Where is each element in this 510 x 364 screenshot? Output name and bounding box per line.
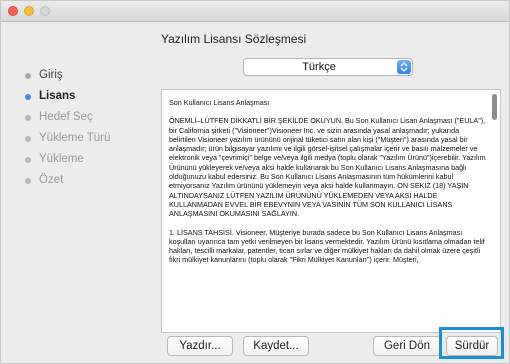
license-text: Son Kullanıcı Lisans Anlaşması ÖNEMLİ–LÜ…	[169, 98, 487, 273]
step-license: Lisans	[25, 86, 145, 107]
step-label: Yükleme Türü	[39, 132, 111, 144]
select-arrows-icon	[397, 60, 411, 74]
page-title: Yazılım Lisansı Sözleşmesi	[161, 32, 307, 46]
step-label: Giriş	[39, 69, 63, 81]
language-select-value: Türkçe	[302, 61, 336, 73]
zoom-window-button[interactable]	[40, 6, 50, 16]
step-dot-icon	[25, 73, 31, 79]
minimize-window-button[interactable]	[24, 6, 34, 16]
save-button[interactable]: Kaydet...	[243, 336, 309, 356]
close-window-button[interactable]	[8, 6, 18, 16]
step-destination: Hedef Seç	[25, 107, 145, 128]
step-label: Lisans	[39, 90, 76, 102]
step-dot-icon	[25, 94, 31, 100]
license-paragraph: ÖNEMLİ–LÜTFEN DİKKATLİ BİR ŞEKİLDE OKUYU…	[169, 116, 486, 219]
language-select[interactable]: Türkçe	[243, 58, 413, 76]
back-button[interactable]: Geri Dön	[373, 336, 441, 356]
installer-window: Yazılım Lisansı Sözleşmesi Giriş Lisans …	[0, 0, 510, 364]
continue-highlight-box	[439, 327, 504, 359]
step-label: Yükleme	[39, 153, 84, 165]
title-bar	[1, 1, 509, 22]
step-dot-icon	[25, 136, 31, 142]
step-summary: Özet	[25, 170, 145, 191]
installer-steps-sidebar: Giriş Lisans Hedef Seç Yükleme Türü Yükl…	[25, 65, 145, 191]
step-label: Hedef Seç	[39, 111, 93, 123]
print-button[interactable]: Yazdır...	[167, 336, 233, 356]
step-dot-icon	[25, 157, 31, 163]
step-introduction: Giriş	[25, 65, 145, 86]
step-installation: Yükleme	[25, 149, 145, 170]
step-installation-type: Yükleme Türü	[25, 128, 145, 149]
step-dot-icon	[25, 178, 31, 184]
license-title: Son Kullanıcı Lisans Anlaşması	[169, 98, 270, 107]
license-section-1: 1. LİSANS TAHSİSİ. Visioneer, Müşteriye …	[169, 227, 485, 265]
step-dot-icon	[25, 115, 31, 121]
step-label: Özet	[39, 174, 64, 186]
license-scrollbar-thumb[interactable]	[492, 94, 497, 120]
license-text-area[interactable]: Son Kullanıcı Lisans Anlaşması ÖNEMLİ–LÜ…	[161, 89, 501, 333]
